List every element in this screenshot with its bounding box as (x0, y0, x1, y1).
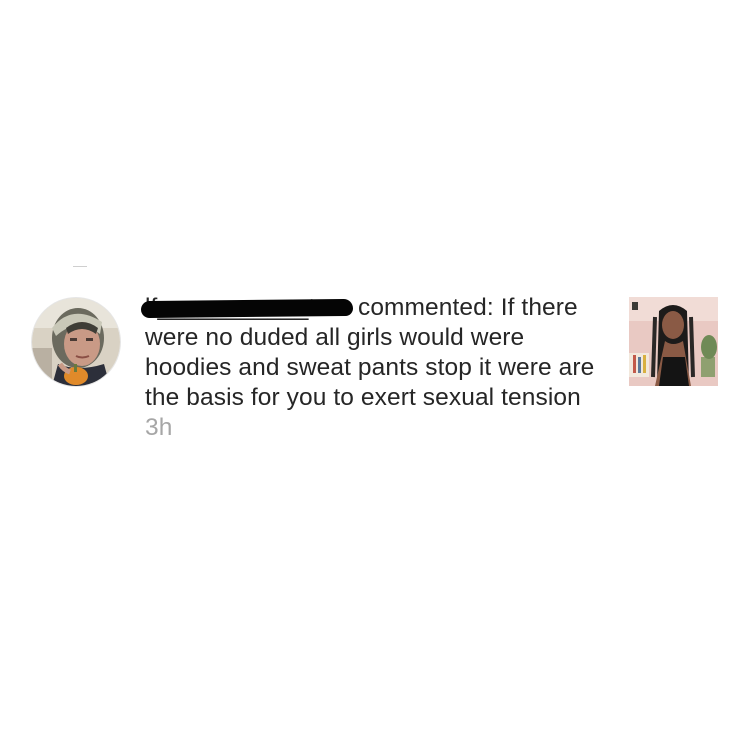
post-thumbnail-photo (629, 297, 718, 386)
avatar-photo (32, 298, 120, 386)
action-text: commented: (351, 294, 501, 321)
timestamp: 3h (145, 414, 173, 441)
username-link[interactable]: lf___________tore (140, 293, 354, 323)
redaction-mark (140, 298, 354, 319)
post-thumbnail[interactable] (629, 297, 718, 386)
avatar[interactable] (32, 298, 120, 386)
activity-notification-row[interactable]: lf___________tore commented: If there we… (0, 0, 750, 750)
comment-text: lf___________tore commented: If there we… (140, 293, 610, 443)
